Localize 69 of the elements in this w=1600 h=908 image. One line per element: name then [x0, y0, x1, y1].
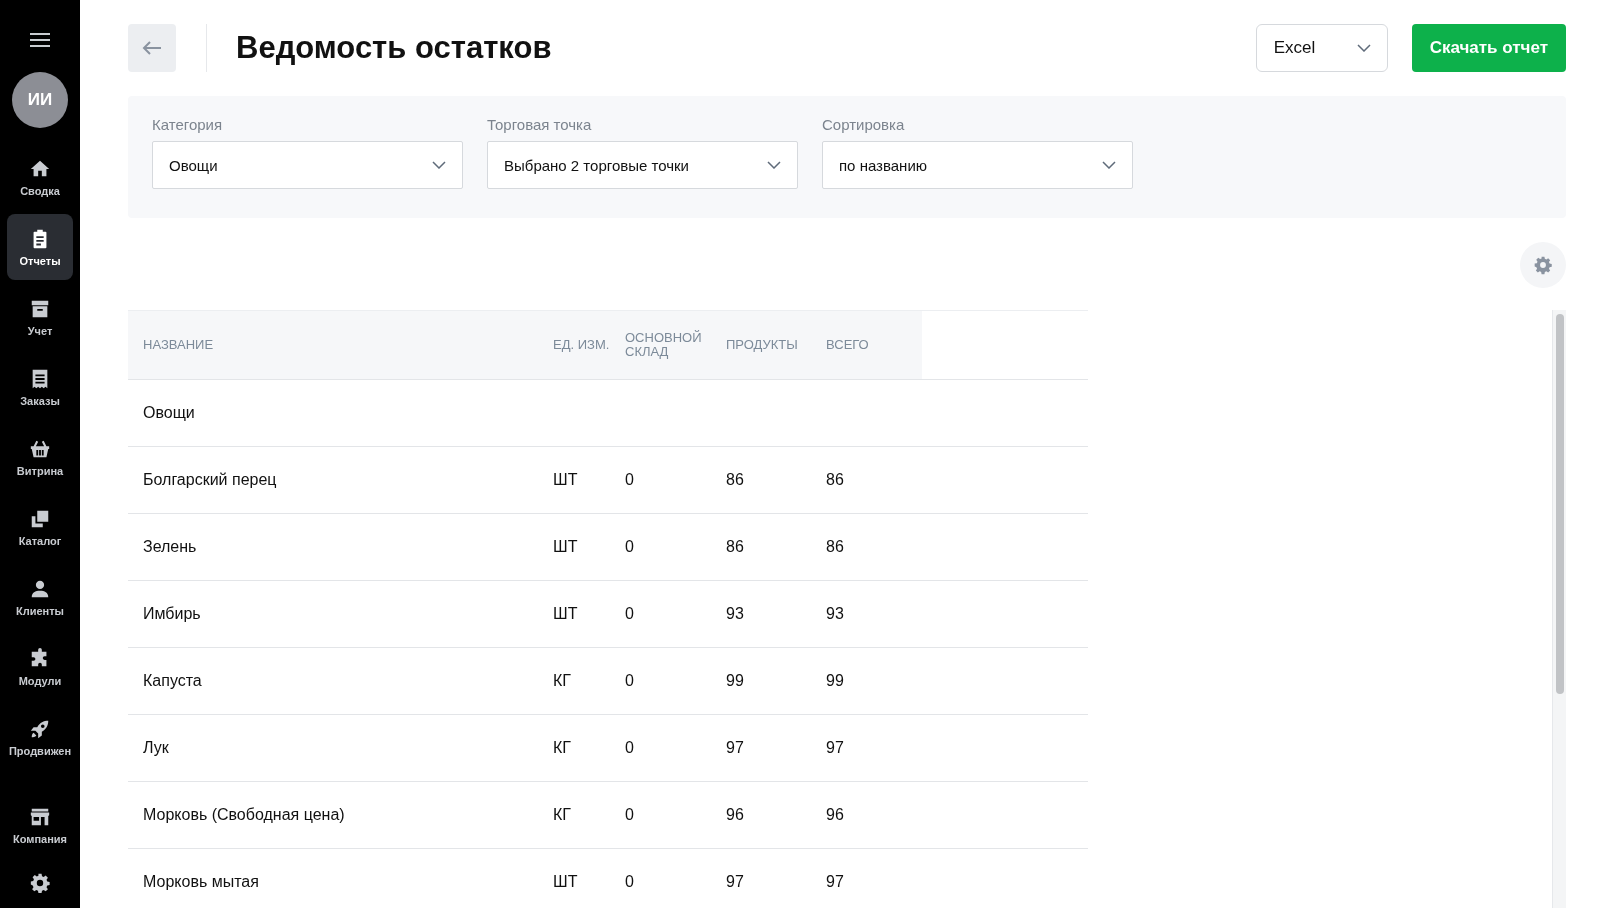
table-cell-text: КГ	[553, 806, 572, 824]
table-cell-text: 86	[726, 538, 745, 556]
sidebar-item[interactable]: Продвижен	[7, 704, 73, 770]
table-cell-text: Капуста	[142, 672, 203, 690]
table-cell-text: 99	[726, 672, 745, 690]
column-header: ПРОДУКТЫ	[726, 338, 799, 352]
table-cell-text: Морковь (Свободная цена)	[142, 806, 346, 824]
page-title: Ведомость остатков	[236, 30, 553, 66]
table-cell-text: 99	[826, 672, 845, 690]
table-cell-text: Имбирь	[142, 605, 202, 623]
table-cell-text: 0	[625, 739, 635, 757]
filter-select[interactable]: Овощи	[152, 141, 463, 189]
group-cell-text: Овощи	[142, 404, 195, 422]
table-cell-text: ШТ	[553, 873, 579, 891]
settings-icon[interactable]	[29, 872, 51, 894]
filter-select[interactable]: Выбрано 2 торговые точки	[487, 141, 798, 189]
settings-button[interactable]	[1520, 242, 1566, 288]
sidebar-item[interactable]: Сводка	[7, 144, 73, 210]
format-select[interactable]: Excel	[1255, 24, 1388, 72]
table-cell-text: 97	[726, 873, 745, 891]
filter-label: Торговая точка	[487, 116, 593, 133]
filter-label: Категория	[152, 116, 224, 133]
sidebar-item[interactable]: Витрина	[7, 424, 73, 490]
table-cell-text: 97	[826, 739, 845, 757]
sidebar-item[interactable]: Компания	[7, 792, 73, 858]
table-cell-text: 86	[826, 538, 845, 556]
back-button[interactable]	[128, 24, 176, 72]
filter-label: Сортировка	[822, 116, 906, 133]
table-cell-text: Морковь мытая	[142, 873, 260, 891]
table-cell-text: 0	[625, 471, 635, 489]
chevron-down-icon	[767, 161, 781, 169]
table-cell-text: ШТ	[553, 538, 579, 556]
sidebar-item[interactable]: Клиенты	[7, 564, 73, 630]
column-header: ВСЕГО	[826, 338, 870, 352]
table-cell-text: КГ	[553, 672, 572, 690]
table-cell-text: 93	[826, 605, 845, 623]
table-cell-text: 96	[826, 806, 845, 824]
sidebar-item[interactable]: Модули	[7, 634, 73, 700]
sidebar-item[interactable]: Учет	[7, 284, 73, 350]
table-cell-text: 0	[625, 672, 635, 690]
column-header: ОСНОВНОЙ СКЛАД	[625, 331, 703, 359]
settings-icon	[1533, 255, 1553, 275]
table-cell-text: 97	[726, 739, 745, 757]
chevron-down-icon	[1102, 161, 1116, 169]
table-cell-text: 0	[625, 538, 635, 556]
table-cell-text: ШТ	[553, 605, 579, 623]
table-cell-text: 0	[625, 873, 635, 891]
scrollbar[interactable]	[1552, 310, 1566, 908]
table-cell-text: Болгарский перец	[142, 471, 278, 489]
table-cell-text: 93	[726, 605, 745, 623]
filter-select[interactable]: по названию	[822, 141, 1133, 189]
sidebar-item[interactable]: Отчеты	[7, 214, 73, 280]
sidebar-item[interactable]: Заказы	[7, 354, 73, 420]
table-cell-text: ШТ	[553, 471, 579, 489]
table-cell-text: 86	[726, 471, 745, 489]
column-header: ЕД. ИЗМ.	[553, 338, 611, 352]
table-cell-text: Лук	[142, 739, 170, 757]
table-cell-text: 96	[726, 806, 745, 824]
table-cell-text: КГ	[553, 739, 572, 757]
table-cell-text: 86	[826, 471, 845, 489]
table-cell-text: 97	[826, 873, 845, 891]
chevron-down-icon	[432, 161, 446, 169]
column-header: НАЗВАНИЕ	[142, 338, 215, 352]
table-cell-text: Зелень	[142, 538, 198, 556]
table-cell-text: 0	[625, 806, 635, 824]
arrow-left-icon	[142, 41, 162, 55]
table-cell-text: 0	[625, 605, 635, 623]
sidebar-item[interactable]: Каталог	[7, 494, 73, 560]
chevron-down-icon	[1356, 44, 1371, 52]
